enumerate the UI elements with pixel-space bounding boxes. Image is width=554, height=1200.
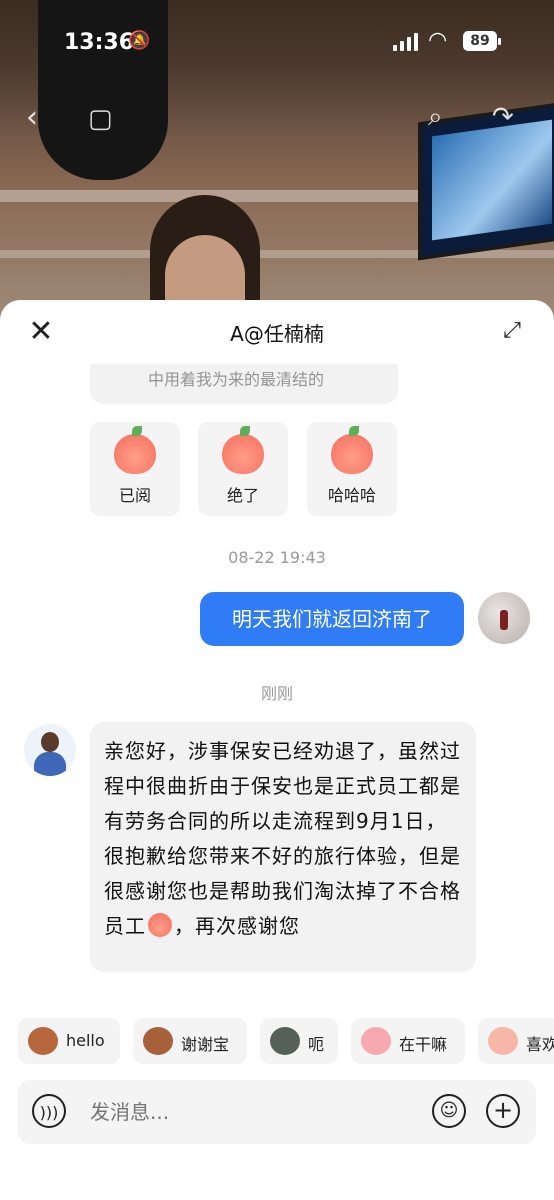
plus-icon: + xyxy=(492,1096,514,1124)
chat-history[interactable]: 中用着我为来的最清结的 已阅 绝了 哈哈哈 08-22 19:43 明天我们就返… xyxy=(0,364,554,1004)
quick-reply-like[interactable]: 喜欢 xyxy=(478,1018,554,1064)
incoming-message-text: 亲您好，涉事保安已经劝退了，虽然过程中很曲折由于保安也是正式员工都是有劳务合同的… xyxy=(104,739,461,938)
quick-reply-what-doing[interactable]: 在干嘛 xyxy=(351,1018,465,1064)
expand-icon: ⤢ xyxy=(503,318,521,343)
chat-sheet: ✕ A@任楠楠 ⤢ 中用着我为来的最清结的 已阅 绝了 哈哈哈 08-22 19… xyxy=(0,300,554,1200)
quick-replies: hello 谢谢宝 呃 在干嘛 喜欢 xyxy=(18,1018,554,1066)
peach-sticker-icon xyxy=(222,426,264,474)
previous-message-text: 中用着我为来的最清结的 xyxy=(148,370,325,389)
cat-icon xyxy=(270,1027,300,1055)
my-avatar[interactable] xyxy=(478,592,530,644)
timestamp: 08-22 19:43 xyxy=(228,548,326,567)
quick-reply-uh[interactable]: 呃 xyxy=(260,1018,338,1064)
cellular-signal-icon xyxy=(393,33,419,51)
mute-icon: 🔕 xyxy=(128,30,151,51)
sticker-awesome[interactable]: 绝了 xyxy=(198,422,288,516)
contact-avatar[interactable] xyxy=(24,724,76,776)
back-icon[interactable]: ‹ xyxy=(26,100,38,135)
video-overlay-controls: ‹ ▢ ⌕ ↷ xyxy=(0,100,554,150)
sticker-label: 绝了 xyxy=(226,486,259,505)
expand-button[interactable]: ⤢ xyxy=(498,318,526,346)
chat-title: A@任楠楠 xyxy=(230,322,324,346)
peach-icon xyxy=(488,1027,518,1055)
sticker-suggestions: 已阅 绝了 哈哈哈 xyxy=(90,422,410,518)
emoji-button[interactable]: ☺ xyxy=(432,1094,466,1128)
monkey-icon xyxy=(28,1027,58,1055)
quick-reply-hello[interactable]: hello xyxy=(18,1018,120,1064)
wifi-icon: ◠ xyxy=(428,28,448,53)
peach-emoji-icon xyxy=(148,913,172,937)
previous-message-bubble: 中用着我为来的最清结的 xyxy=(90,364,398,404)
battery-icon: 89 xyxy=(463,31,501,51)
status-bar: 13:36 🔕 ◠ 89 xyxy=(0,0,554,80)
voice-icon: ))) xyxy=(39,1103,59,1122)
timestamp: 刚刚 xyxy=(260,684,293,703)
peach-icon xyxy=(361,1027,391,1055)
sticker-label: 哈哈哈 xyxy=(327,486,376,505)
incoming-message[interactable]: 亲您好，涉事保安已经劝退了，虽然过程中很曲折由于保安也是正式员工都是有劳务合同的… xyxy=(90,722,476,972)
sticker-label: 已阅 xyxy=(118,486,151,505)
status-time: 13:36 xyxy=(64,30,135,55)
voice-button[interactable]: ))) xyxy=(32,1094,66,1128)
search-icon[interactable]: ⌕ xyxy=(428,102,443,133)
quick-reply-thanks[interactable]: 谢谢宝 xyxy=(133,1018,247,1064)
share-icon[interactable]: ↷ xyxy=(492,102,514,132)
peach-sticker-icon xyxy=(331,426,373,474)
peach-sticker-icon xyxy=(114,426,156,474)
sticker-read[interactable]: 已阅 xyxy=(90,422,180,516)
message-input-bar: ))) ☺ + xyxy=(18,1080,536,1144)
smile-icon: ☺ xyxy=(439,1100,459,1121)
sticker-haha[interactable]: 哈哈哈 xyxy=(307,422,397,516)
sheet-header: ✕ A@任楠楠 ⤢ xyxy=(0,300,554,364)
monkey-icon xyxy=(143,1027,173,1055)
message-input[interactable] xyxy=(90,1100,390,1124)
mini-window-icon[interactable]: ▢ xyxy=(88,104,113,134)
outgoing-message[interactable]: 明天我们就返回济南了 xyxy=(200,592,464,646)
more-button[interactable]: + xyxy=(486,1094,520,1128)
